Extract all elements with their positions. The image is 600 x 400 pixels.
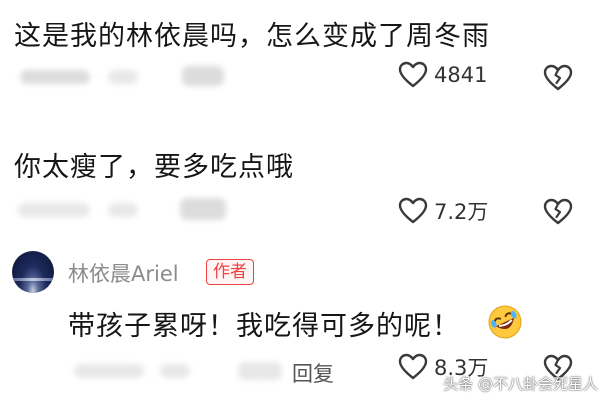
reply-text: 带孩子累呀！我吃得可多的呢！	[68, 311, 460, 342]
author-avatar[interactable]	[12, 251, 54, 293]
watermark: 头条 @不八卦会死星人	[443, 375, 598, 393]
heart-outline-icon	[398, 61, 428, 89]
comment-2-dislike-button[interactable]	[543, 198, 573, 230]
broken-heart-icon	[543, 64, 573, 96]
heart-outline-icon	[398, 353, 428, 381]
author-name[interactable]: 林依晨Ariel	[68, 258, 179, 288]
comment-2-text: 你太瘦了，要多吃点哦	[14, 152, 294, 183]
comment-1-like-button[interactable]: 4841	[398, 61, 487, 89]
reply-button[interactable]: 回复	[292, 358, 334, 388]
rolling-on-floor-laughing-emoji	[487, 304, 523, 340]
comment-2-like-button[interactable]: 7.2万	[398, 196, 488, 226]
broken-heart-icon	[543, 198, 573, 230]
comment-1-like-count: 4841	[434, 63, 488, 87]
comment-2-like-count: 7.2万	[434, 200, 489, 224]
author-badge: 作者	[206, 259, 254, 285]
heart-outline-icon	[398, 197, 428, 225]
comment-1-text: 这是我的林依晨吗，怎么变成了周冬雨	[14, 21, 490, 52]
comment-1-dislike-button[interactable]	[543, 64, 573, 96]
